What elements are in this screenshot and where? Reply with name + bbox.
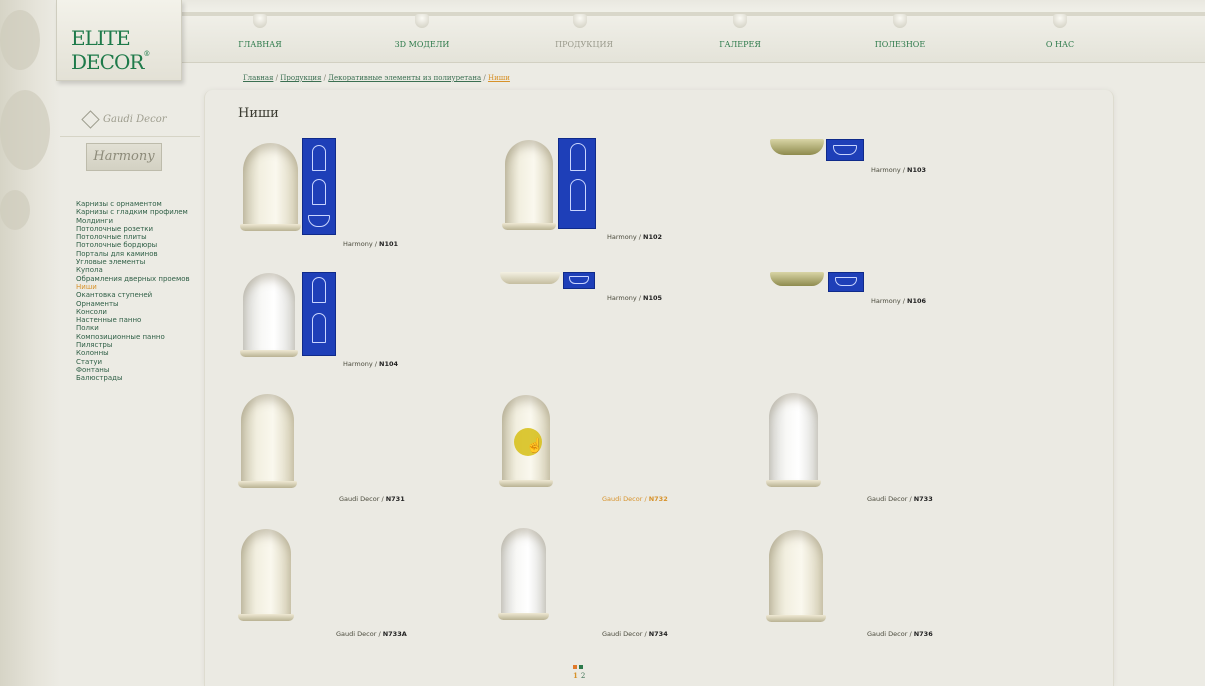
sidebar-item[interactable]: Карнизы с орнаментом (76, 200, 190, 208)
sidebar-item[interactable]: Карнизы с гладким профилем (76, 208, 190, 216)
product-image-n733[interactable] (766, 393, 821, 487)
product-image-n734[interactable] (498, 528, 549, 620)
sidebar-item[interactable]: Балюстрады (76, 374, 190, 382)
logo-text: ELITE DECOR® (71, 26, 150, 74)
capital-ornament (893, 14, 907, 28)
product-caption-hovered[interactable]: Gaudi Decor / N732 (602, 495, 668, 503)
gaudi-mark-icon (81, 110, 100, 129)
nav-item-3d-models[interactable]: 3D МОДЕЛИ (372, 40, 472, 49)
nav-item-about[interactable]: О НАС (1010, 40, 1110, 49)
product-caption[interactable]: Harmony / N101 (343, 240, 398, 248)
page-2-link[interactable]: 2 (581, 672, 588, 680)
sidebar-item[interactable]: Потолочные бордюры (76, 241, 190, 249)
breadcrumb-products[interactable]: Продукция (280, 74, 321, 82)
nav-item-products[interactable]: ПРОДУКЦИЯ (534, 40, 634, 49)
sidebar-item[interactable]: Полки (76, 324, 190, 332)
page-marker-icon (573, 665, 577, 669)
product-image-n105[interactable] (500, 272, 560, 284)
brand-harmony-logo[interactable]: Harmony (86, 143, 162, 171)
technical-drawing-n103[interactable] (826, 139, 864, 161)
sidebar-item[interactable]: Купола (76, 266, 190, 274)
technical-drawing-n105[interactable] (563, 272, 595, 289)
sidebar-item[interactable]: Потолочные розетки (76, 225, 190, 233)
product-caption[interactable]: Gaudi Decor / N734 (602, 630, 668, 638)
top-navigation-bar: ГЛАВНАЯ 3D МОДЕЛИ ПРОДУКЦИЯ ГАЛЕРЕЯ ПОЛЕ… (182, 0, 1205, 63)
product-image-n103[interactable] (770, 139, 824, 155)
capital-ornament (573, 14, 587, 28)
breadcrumb-polyurethane[interactable]: Декоративные элементы из полиуретана (328, 74, 481, 82)
sidebar-item[interactable]: Фонтаны (76, 366, 190, 374)
sidebar-item[interactable]: Настенные панно (76, 316, 190, 324)
sidebar-item[interactable]: Пилястры (76, 341, 190, 349)
capital-ornament (253, 14, 267, 28)
breadcrumb-home[interactable]: Главная (243, 74, 273, 82)
sidebar-divider (60, 136, 200, 137)
sidebar-item[interactable]: Композиционные панно (76, 333, 190, 341)
product-image-n101[interactable] (240, 143, 301, 231)
page-1-current: 1 (573, 671, 581, 680)
sidebar-item[interactable]: Порталы для каминов (76, 250, 190, 258)
sidebar-item[interactable]: Консоли (76, 308, 190, 316)
product-caption[interactable]: Harmony / N103 (871, 166, 926, 174)
product-image-n736[interactable] (766, 530, 826, 622)
page-marker-icon (579, 665, 583, 669)
nav-item-home[interactable]: ГЛАВНАЯ (210, 40, 310, 49)
sidebar-item[interactable]: Статуи (76, 358, 190, 366)
logo[interactable]: ELITE DECOR® (56, 0, 182, 81)
technical-drawing-n101[interactable] (302, 138, 336, 235)
brand-gaudi-decor-logo[interactable]: Gaudi Decor (81, 110, 167, 129)
pointer-cursor-icon: ☝ (514, 428, 543, 456)
product-caption[interactable]: Harmony / N106 (871, 297, 926, 305)
product-caption[interactable]: Gaudi Decor / N731 (339, 495, 405, 503)
sidebar-item[interactable]: Угловые элементы (76, 258, 190, 266)
page-title: Ниши (238, 106, 279, 121)
product-image-n106[interactable] (770, 272, 824, 286)
sidebar-item[interactable]: Потолочные плиты (76, 233, 190, 241)
sidebar-item-active[interactable]: Ниши (76, 283, 190, 291)
product-caption[interactable]: Harmony / N102 (607, 233, 662, 241)
product-caption[interactable]: Gaudi Decor / N736 (867, 630, 933, 638)
nav-item-gallery[interactable]: ГАЛЕРЕЯ (690, 40, 790, 49)
sidebar-item[interactable]: Колонны (76, 349, 190, 357)
sidebar-item[interactable]: Обрамления дверных проемов (76, 275, 190, 283)
capital-ornament (415, 14, 429, 28)
breadcrumb: Главная / Продукция / Декоративные элеме… (243, 74, 510, 82)
product-image-n104[interactable] (240, 273, 298, 357)
product-caption[interactable]: Gaudi Decor / N733 (867, 495, 933, 503)
product-caption[interactable]: Gaudi Decor / N733A (336, 630, 407, 638)
sidebar-item[interactable]: Молдинги (76, 217, 190, 225)
capital-ornament (1053, 14, 1067, 28)
left-ornament (0, 0, 60, 686)
pagination: 12 (573, 663, 588, 680)
nav-item-useful[interactable]: ПОЛЕЗНОЕ (850, 40, 950, 49)
capital-ornament (733, 14, 747, 28)
technical-drawing-n106[interactable] (828, 272, 864, 292)
product-image-n733a[interactable] (238, 529, 294, 621)
product-caption[interactable]: Harmony / N104 (343, 360, 398, 368)
product-image-n731[interactable] (238, 394, 297, 488)
content-panel (204, 90, 1114, 686)
technical-drawing-n102[interactable] (558, 138, 596, 229)
technical-drawing-n104[interactable] (302, 272, 336, 356)
sidebar-item[interactable]: Окантовка ступеней (76, 291, 190, 299)
sidebar-item[interactable]: Орнаменты (76, 300, 190, 308)
product-image-n102[interactable] (502, 140, 556, 230)
category-sidebar: Карнизы с орнаментом Карнизы с гладким п… (76, 200, 190, 383)
breadcrumb-current[interactable]: Ниши (488, 74, 510, 82)
product-caption[interactable]: Harmony / N105 (607, 294, 662, 302)
cornice-rail (182, 12, 1205, 16)
